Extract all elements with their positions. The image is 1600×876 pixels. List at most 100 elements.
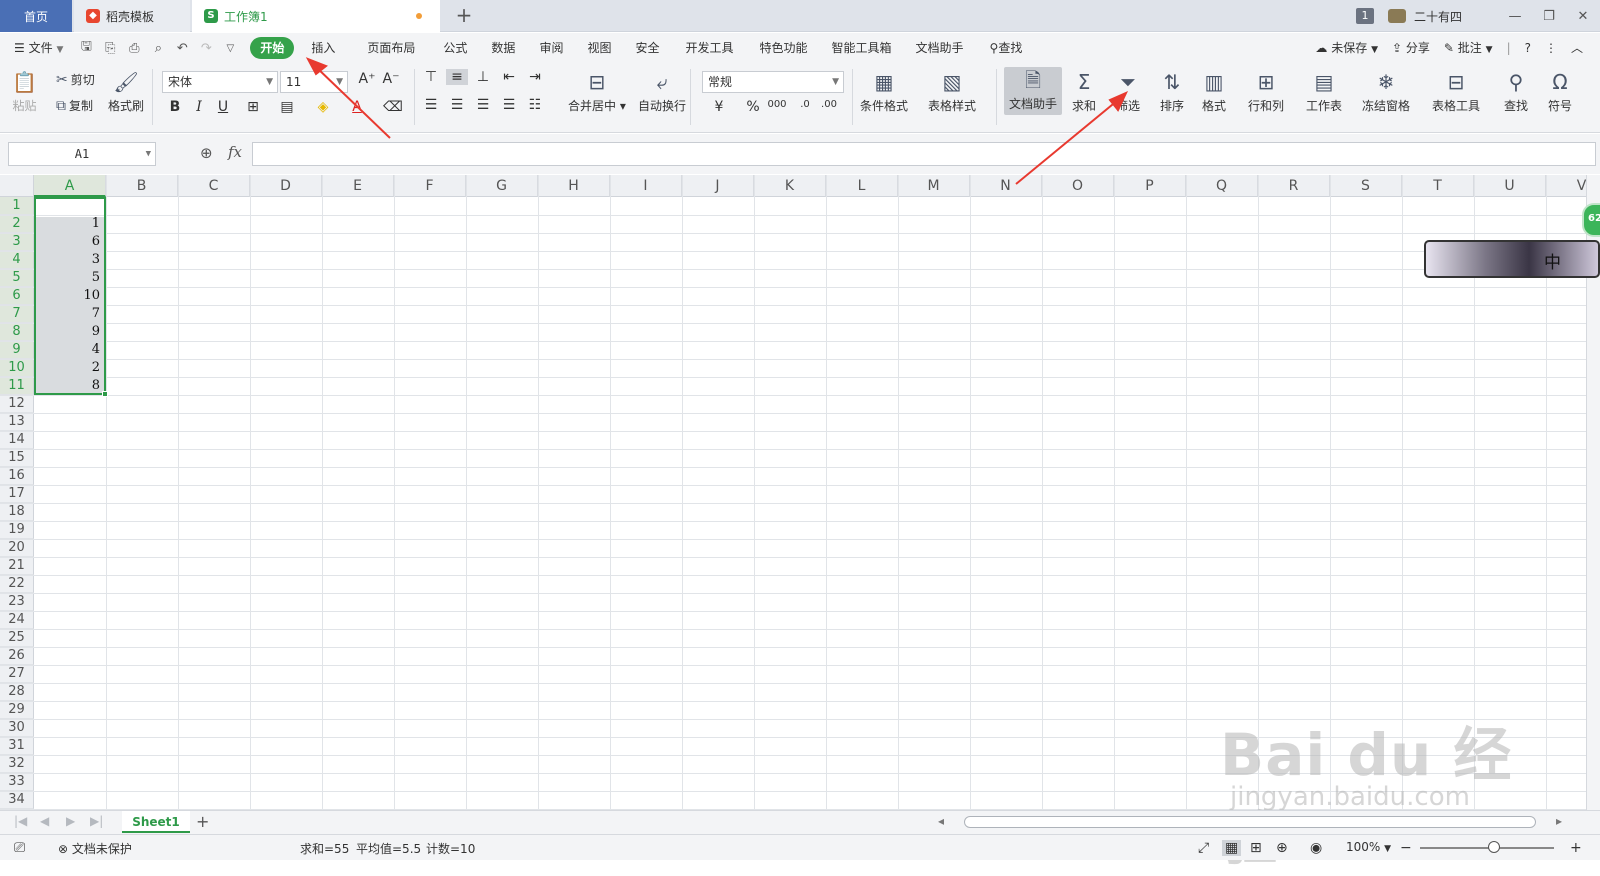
cell-a3[interactable]: 6 bbox=[36, 233, 104, 251]
row-header-22[interactable]: 22 bbox=[0, 575, 34, 593]
menu-smart-toolbox[interactable]: 智能工具箱 bbox=[821, 37, 903, 59]
align-top-icon[interactable]: ⊤ bbox=[420, 69, 442, 85]
fill-color-icon[interactable]: ◈ bbox=[312, 99, 334, 115]
bold-icon[interactable]: B bbox=[164, 99, 186, 115]
font-name-select[interactable]: 宋体 ▼ bbox=[162, 71, 278, 93]
column-header-o[interactable]: O bbox=[1042, 175, 1114, 197]
row-header-7[interactable]: 7 bbox=[0, 305, 34, 323]
export-icon[interactable]: ⎘ bbox=[98, 41, 122, 56]
column-header-m[interactable]: M bbox=[898, 175, 970, 197]
justify-icon[interactable]: ☰ bbox=[498, 97, 520, 113]
worksheet-button[interactable]: ▤ 工作表 bbox=[1306, 69, 1342, 114]
format-button[interactable]: ▥ 格式 bbox=[1202, 69, 1226, 114]
row-header-29[interactable]: 29 bbox=[0, 701, 34, 719]
column-header-l[interactable]: L bbox=[826, 175, 898, 197]
eye-protect-icon[interactable]: ◉ bbox=[1310, 840, 1322, 856]
find-button[interactable]: ⚲ 查找 bbox=[1504, 69, 1528, 114]
horizontal-scrollbar[interactable] bbox=[964, 816, 1536, 828]
row-header-18[interactable]: 18 bbox=[0, 503, 34, 521]
column-header-a[interactable]: A bbox=[34, 175, 106, 197]
row-header-6[interactable]: 6 bbox=[0, 287, 34, 305]
underline-icon[interactable]: U bbox=[212, 99, 234, 115]
cell-a9[interactable]: 4 bbox=[36, 341, 104, 359]
column-header-d[interactable]: D bbox=[250, 175, 322, 197]
sheet-tab-sheet1[interactable]: Sheet1 bbox=[122, 811, 190, 833]
row-header-31[interactable]: 31 bbox=[0, 737, 34, 755]
zoom-level[interactable]: 100% ▼ bbox=[1346, 840, 1391, 854]
align-left-icon[interactable]: ☰ bbox=[420, 97, 442, 113]
minimize-icon[interactable]: — bbox=[1498, 9, 1532, 24]
column-header-u[interactable]: U bbox=[1474, 175, 1546, 197]
row-header-25[interactable]: 25 bbox=[0, 629, 34, 647]
paste-button[interactable]: 📋 粘贴 bbox=[12, 69, 37, 114]
window-count-badge[interactable]: 1 bbox=[1355, 8, 1374, 24]
more-icon[interactable]: ⋮ bbox=[1538, 37, 1564, 59]
column-header-j[interactable]: J bbox=[682, 175, 754, 197]
new-tab-plus-icon[interactable]: + bbox=[452, 4, 476, 28]
menu-security[interactable]: 安全 bbox=[624, 37, 670, 59]
row-header-15[interactable]: 15 bbox=[0, 449, 34, 467]
select-all-corner[interactable] bbox=[0, 175, 34, 197]
row-header-20[interactable]: 20 bbox=[0, 539, 34, 557]
unsaved-status[interactable]: ☁ 未保存 ▼ bbox=[1308, 37, 1385, 59]
menu-features[interactable]: 特色功能 bbox=[749, 37, 819, 59]
font-color-icon[interactable]: A bbox=[346, 99, 368, 115]
column-header-g[interactable]: G bbox=[466, 175, 538, 197]
freeze-panes-button[interactable]: ❄ 冻结窗格 bbox=[1362, 69, 1410, 114]
row-header-14[interactable]: 14 bbox=[0, 431, 34, 449]
menu-insert[interactable]: 插入 bbox=[300, 37, 346, 59]
column-header-q[interactable]: Q bbox=[1186, 175, 1258, 197]
first-sheet-icon[interactable]: |◀ bbox=[14, 814, 27, 828]
doc-assistant-button[interactable]: 🗎 文档助手 bbox=[1004, 67, 1062, 115]
menu-doc-assistant[interactable]: 文档助手 bbox=[905, 37, 975, 59]
macro-record-icon[interactable]: ⎚ bbox=[14, 840, 25, 856]
menu-page-layout[interactable]: 页面布局 bbox=[356, 37, 426, 59]
share-button[interactable]: ⇪ 分享 bbox=[1385, 37, 1437, 59]
cell-a7[interactable]: 7 bbox=[36, 305, 104, 323]
row-header-4[interactable]: 4 bbox=[0, 251, 34, 269]
status-sum[interactable]: 求和=55 bbox=[300, 840, 349, 857]
formula-input[interactable] bbox=[252, 142, 1596, 166]
ime-floating-widget[interactable]: 中 bbox=[1424, 240, 1600, 278]
column-header-p[interactable]: P bbox=[1114, 175, 1186, 197]
restore-icon[interactable]: ❐ bbox=[1532, 9, 1566, 24]
row-header-17[interactable]: 17 bbox=[0, 485, 34, 503]
font-size-select[interactable]: 11 ▼ bbox=[280, 71, 348, 93]
undo-icon[interactable]: ↶ bbox=[170, 41, 194, 56]
user-avatar[interactable] bbox=[1387, 9, 1406, 23]
border-icon[interactable]: ⊞ bbox=[242, 99, 264, 115]
zoom-formula-icon[interactable]: ⊕ bbox=[200, 144, 213, 162]
add-sheet-plus-icon[interactable]: + bbox=[196, 812, 209, 831]
copy-button[interactable]: ⧉ 复制 bbox=[56, 97, 93, 114]
column-header-h[interactable]: H bbox=[538, 175, 610, 197]
row-header-19[interactable]: 19 bbox=[0, 521, 34, 539]
fill-pattern-icon[interactable]: ▤ bbox=[276, 99, 298, 115]
zoom-out-icon[interactable]: − bbox=[1400, 840, 1412, 856]
column-header-v[interactable]: V bbox=[1546, 175, 1586, 197]
menu-data[interactable]: 数据 bbox=[480, 37, 526, 59]
collapse-ribbon-icon[interactable]: ︿ bbox=[1564, 37, 1590, 59]
menu-search[interactable]: ⚲查找 bbox=[979, 37, 1034, 59]
column-header-f[interactable]: F bbox=[394, 175, 466, 197]
fullscreen-icon[interactable]: ⤢ bbox=[1198, 840, 1209, 856]
table-tools-button[interactable]: ⊟ 表格工具 bbox=[1432, 69, 1480, 114]
row-header-23[interactable]: 23 bbox=[0, 593, 34, 611]
format-painter-button[interactable]: 🖌 格式刷 bbox=[108, 69, 144, 114]
decrease-font-icon[interactable]: A⁻ bbox=[380, 71, 402, 87]
row-header-9[interactable]: 9 bbox=[0, 341, 34, 359]
align-bottom-icon[interactable]: ⊥ bbox=[472, 69, 494, 85]
redo-icon[interactable]: ↷ bbox=[194, 41, 218, 56]
cell-a8[interactable]: 9 bbox=[36, 323, 104, 341]
column-header-n[interactable]: N bbox=[970, 175, 1042, 197]
distribute-icon[interactable]: ☷ bbox=[524, 97, 546, 113]
row-header-28[interactable]: 28 bbox=[0, 683, 34, 701]
indent-increase-icon[interactable]: ⇥ bbox=[524, 69, 546, 85]
row-header-2[interactable]: 2 bbox=[0, 215, 34, 233]
menu-view[interactable]: 视图 bbox=[576, 37, 622, 59]
row-header-16[interactable]: 16 bbox=[0, 467, 34, 485]
row-header-21[interactable]: 21 bbox=[0, 557, 34, 575]
menu-developer[interactable]: 开发工具 bbox=[674, 37, 744, 59]
menu-formula[interactable]: 公式 bbox=[432, 37, 478, 59]
protect-status[interactable]: ⊗ 文档未保护 bbox=[58, 840, 132, 857]
align-right-icon[interactable]: ☰ bbox=[472, 97, 494, 113]
